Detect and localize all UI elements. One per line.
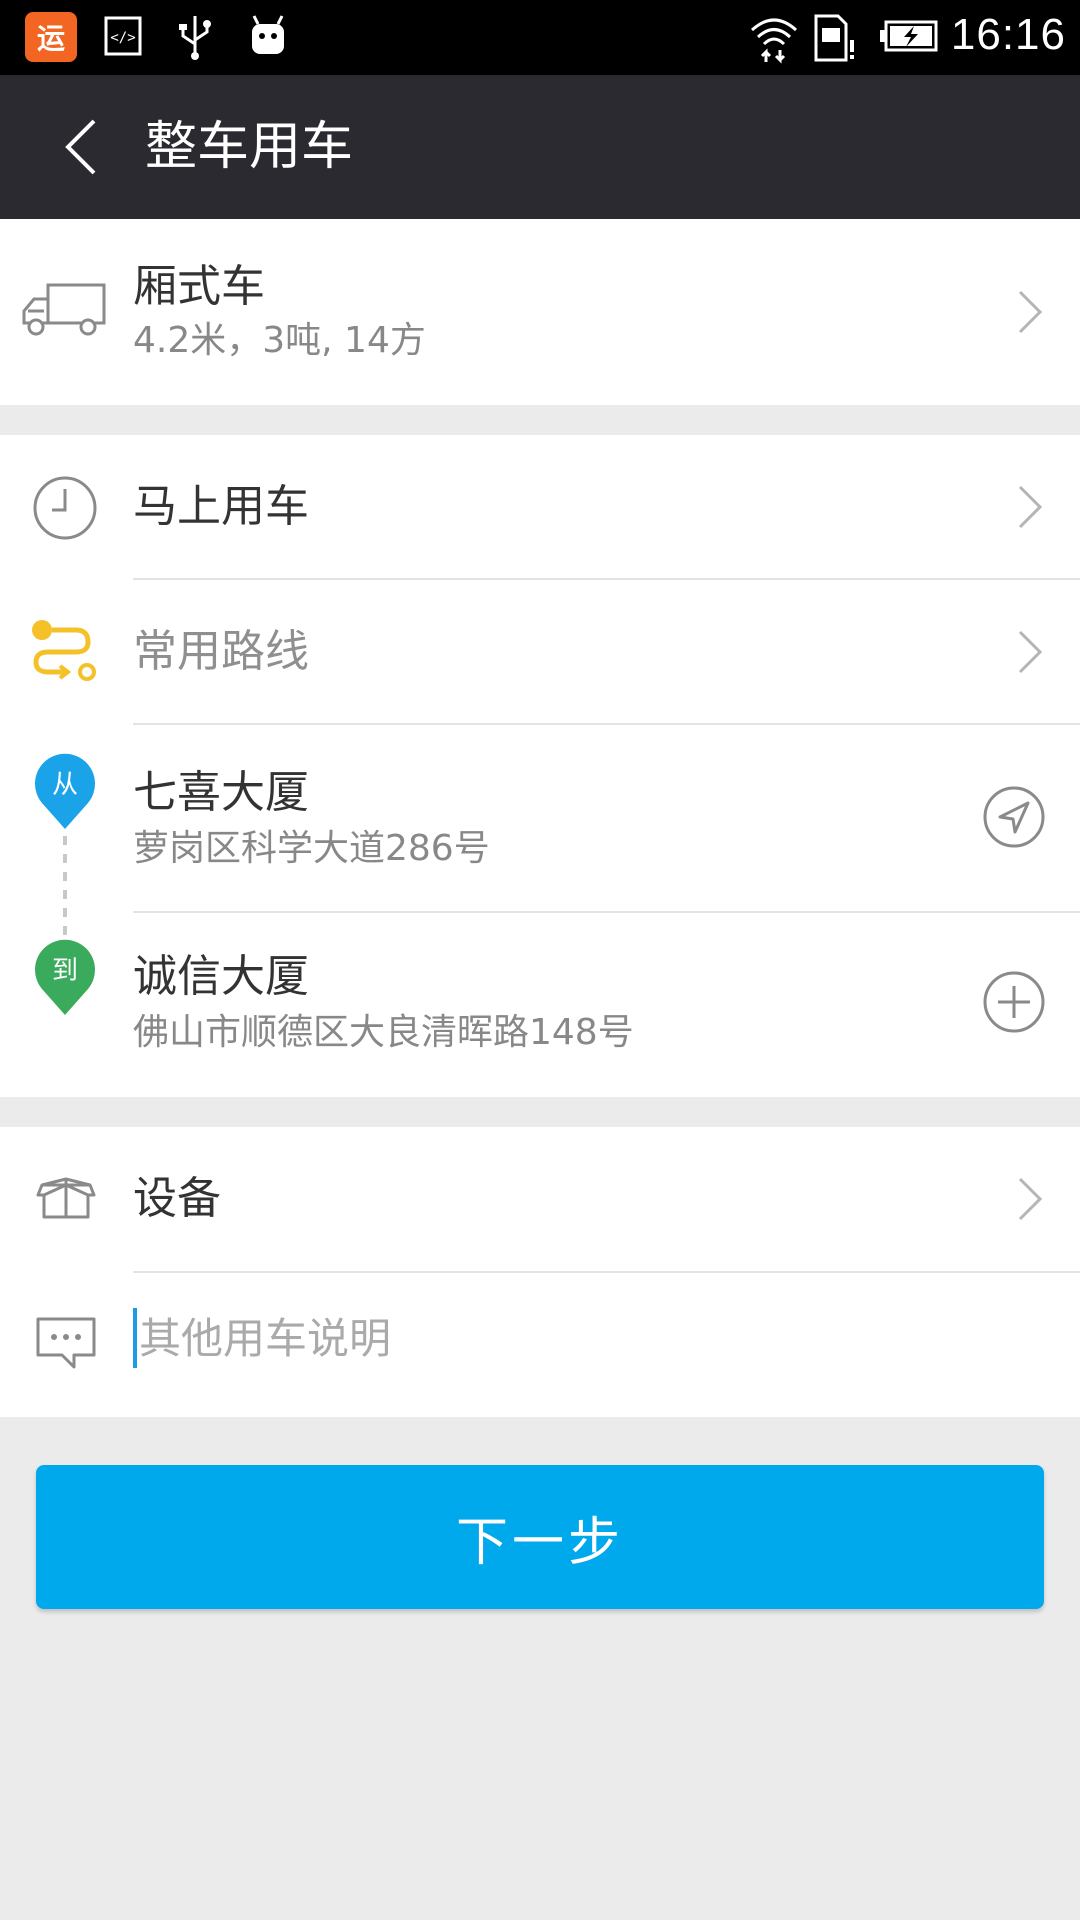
common-route-label: 常用路线 <box>133 626 309 677</box>
next-button[interactable]: 下一步 <box>36 1465 1044 1609</box>
status-bar: 运 </> 16:16 <box>0 0 1080 75</box>
truck-icon <box>22 283 106 336</box>
time-label: 马上用车 <box>133 481 309 532</box>
page-title: 整车用车 <box>145 117 354 177</box>
back-button[interactable] <box>40 107 120 187</box>
extras-section: 设备 <box>0 1127 1080 1417</box>
vehicle-row[interactable]: 厢式车 4.2米，3吨, 14方 <box>0 219 1080 405</box>
to-address: 佛山市顺德区大良清晖路148号 <box>133 1012 634 1053</box>
plus-icon <box>998 986 1030 1018</box>
app-icon-text: 运 <box>36 22 65 55</box>
from-pin-label: 从 <box>52 770 78 800</box>
to-location-row[interactable]: 到 诚信大厦 佛山市顺德区大良清晖路148号 <box>0 913 1080 1097</box>
remark-input[interactable] <box>133 1308 1013 1368</box>
remark-row <box>0 1273 1080 1417</box>
from-address: 萝岗区科学大道286号 <box>133 828 490 869</box>
box-icon <box>36 1177 96 1219</box>
wifi-icon <box>750 18 798 64</box>
message-icon <box>36 1317 96 1369</box>
equipment-row[interactable]: 设备 <box>0 1127 1080 1271</box>
route-icon <box>32 620 96 681</box>
vehicle-spec: 4.2米，3吨, 14方 <box>133 320 426 361</box>
app-icon: 运 <box>25 12 77 62</box>
next-button-label: 下一步 <box>455 1512 624 1573</box>
code-icon: </> <box>104 16 142 56</box>
navigation-arrow-icon <box>998 801 1030 834</box>
android-debug-icon <box>252 15 284 54</box>
vehicle-name: 厢式车 <box>133 261 265 312</box>
chevron-right-icon <box>1018 1177 1043 1221</box>
svg-text:</>: </> <box>110 30 135 46</box>
chevron-right-icon <box>1018 290 1043 334</box>
from-name: 七喜大厦 <box>133 767 309 818</box>
from-location-row[interactable]: 从 七喜大厦 萝岗区科学大道286号 <box>0 725 1080 909</box>
sim-icon <box>814 14 854 62</box>
common-route-row[interactable]: 常用路线 <box>0 580 1080 724</box>
back-arrow-icon <box>65 119 96 175</box>
status-time: 16:16 <box>950 10 1066 59</box>
time-row[interactable]: 马上用车 <box>0 435 1080 579</box>
locate-button[interactable] <box>982 785 1046 849</box>
battery-charging-icon <box>880 20 938 52</box>
route-section: 马上用车 常用路线 从 七喜大厦 萝岗区科学大道286号 到 诚信大厦 佛山市顺… <box>0 435 1080 1097</box>
from-pin-icon: 从 <box>35 753 95 829</box>
clock-icon <box>33 476 97 540</box>
chevron-right-icon <box>1018 485 1043 529</box>
vehicle-section: 厢式车 4.2米，3吨, 14方 <box>0 219 1080 405</box>
add-stop-button[interactable] <box>982 970 1046 1034</box>
to-name: 诚信大厦 <box>133 951 309 1002</box>
equipment-label: 设备 <box>133 1173 221 1224</box>
to-pin-label: 到 <box>52 956 78 986</box>
chevron-right-icon <box>1018 630 1043 674</box>
title-bar: 整车用车 <box>0 75 1080 219</box>
usb-icon <box>179 16 211 60</box>
to-pin-icon: 到 <box>35 939 95 1015</box>
